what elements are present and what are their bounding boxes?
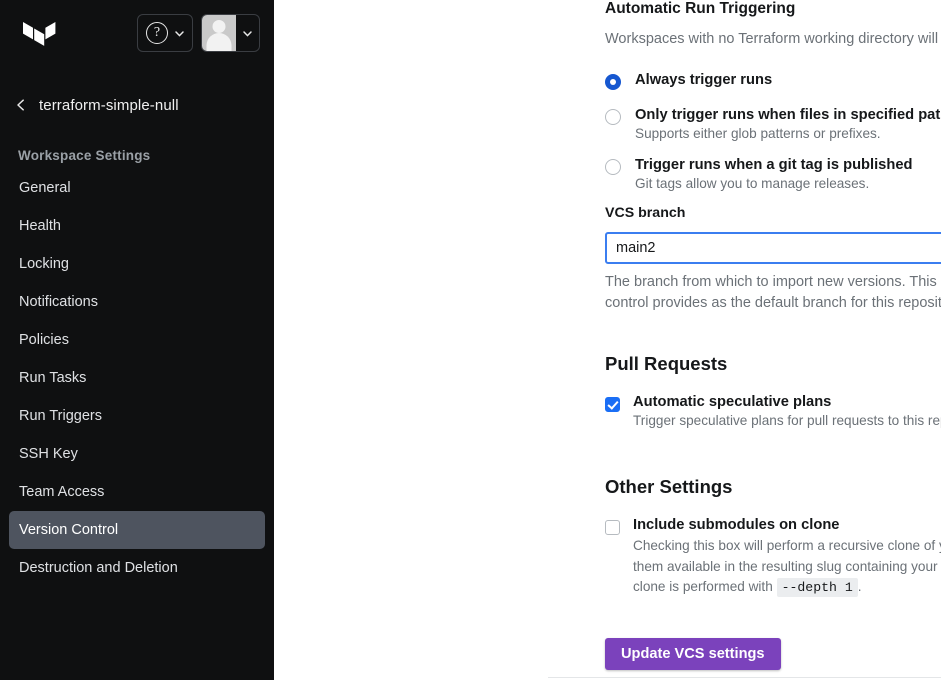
- account-menu-button[interactable]: [201, 14, 260, 52]
- update-vcs-settings-button[interactable]: Update VCS settings: [605, 638, 781, 670]
- section-description: Workspaces with no Terraform working dir…: [605, 29, 941, 50]
- chevron-down-icon: [241, 27, 254, 40]
- sidebar-item-label: Policies: [19, 332, 69, 348]
- footer-divider: [548, 677, 941, 678]
- sidebar-header: ?: [0, 0, 274, 66]
- radio-button-git-tag[interactable]: [605, 159, 621, 175]
- vcs-branch-input[interactable]: [605, 232, 941, 264]
- sidebar-item-version-control[interactable]: Version Control: [9, 511, 265, 549]
- pull-requests-heading: Pull Requests: [605, 353, 941, 375]
- radio-sublabel: Git tags allow you to manage releases.: [635, 176, 912, 191]
- sidebar-nav: General Health Locking Notifications Pol…: [0, 169, 274, 587]
- breadcrumb[interactable]: terraform-simple-null: [0, 86, 274, 124]
- sidebar-item-run-tasks[interactable]: Run Tasks: [9, 359, 265, 397]
- app-root: ? terraform-simple-null Workspace S: [0, 0, 941, 680]
- submodules-help-part2: .: [858, 579, 862, 594]
- other-settings-heading: Other Settings: [605, 476, 941, 498]
- main-content: Automatic Run Triggering Workspaces with…: [274, 0, 941, 680]
- radio-label: Always trigger runs: [635, 72, 772, 88]
- section-heading: Automatic Run Triggering: [605, 0, 941, 18]
- checkbox-label: Include submodules on clone: [633, 517, 941, 533]
- question-mark-circle-icon: ?: [146, 22, 168, 44]
- checkbox-sublabel: Checking this box will perform a recursi…: [633, 536, 941, 598]
- radio-option-git-tag[interactable]: Trigger runs when a git tag is published…: [605, 157, 941, 191]
- sidebar-item-label: SSH Key: [19, 446, 78, 462]
- radio-button-specified-paths[interactable]: [605, 109, 621, 125]
- include-submodules-checkbox[interactable]: [605, 520, 620, 535]
- checkbox-row-speculative-plans[interactable]: Automatic speculative plans Trigger spec…: [605, 394, 941, 428]
- sidebar-item-team-access[interactable]: Team Access: [9, 473, 265, 511]
- vcs-branch-field-group: VCS branch The branch from which to impo…: [605, 204, 941, 314]
- radio-option-always-trigger[interactable]: Always trigger runs: [605, 72, 941, 90]
- radio-label: Trigger runs when a git tag is published: [635, 157, 912, 173]
- sidebar-item-ssh-key[interactable]: SSH Key: [9, 435, 265, 473]
- header-controls: ?: [137, 14, 260, 52]
- sidebar-item-label: Run Tasks: [19, 370, 86, 386]
- sidebar-item-notifications[interactable]: Notifications: [9, 283, 265, 321]
- user-avatar-icon: [202, 15, 236, 51]
- other-settings-section: Other Settings Include submodules on clo…: [605, 476, 941, 598]
- sidebar-item-health[interactable]: Health: [9, 207, 265, 245]
- checkbox-sublabel: Trigger speculative plans for pull reque…: [633, 413, 941, 428]
- radio-sublabel: Supports either glob patterns or prefixe…: [635, 126, 941, 141]
- sidebar-item-label: Locking: [19, 256, 69, 272]
- radio-label: Only trigger runs when files in specifie…: [635, 107, 941, 123]
- vcs-branch-help-text: The branch from which to import new vers…: [605, 272, 941, 314]
- sidebar-item-label: Run Triggers: [19, 408, 102, 424]
- sidebar-item-label: Destruction and Deletion: [19, 560, 178, 576]
- pull-requests-section: Pull Requests Automatic speculative plan…: [605, 353, 941, 428]
- checkbox-row-include-submodules[interactable]: Include submodules on clone Checking thi…: [605, 517, 941, 598]
- sidebar-item-label: Notifications: [19, 294, 98, 310]
- sidebar-item-label: General: [19, 180, 71, 196]
- sidebar-item-label: Health: [19, 218, 61, 234]
- checkbox-label: Automatic speculative plans: [633, 394, 941, 410]
- automatic-speculative-plans-checkbox[interactable]: [605, 397, 620, 412]
- sidebar-section-label: Workspace Settings: [0, 148, 274, 163]
- radio-button-always-trigger[interactable]: [605, 74, 621, 90]
- sidebar-item-label: Version Control: [19, 522, 118, 538]
- breadcrumb-label: terraform-simple-null: [39, 97, 179, 114]
- chevron-down-icon: [173, 27, 186, 40]
- depth-flag-code: --depth 1: [777, 578, 858, 597]
- sidebar-item-general[interactable]: General: [9, 169, 265, 207]
- sidebar: ? terraform-simple-null Workspace S: [0, 0, 274, 680]
- help-menu-button[interactable]: ?: [137, 14, 193, 52]
- vcs-branch-label: VCS branch: [605, 205, 685, 221]
- sidebar-item-locking[interactable]: Locking: [9, 245, 265, 283]
- sidebar-item-policies[interactable]: Policies: [9, 321, 265, 359]
- sidebar-item-run-triggers[interactable]: Run Triggers: [9, 397, 265, 435]
- radio-option-specified-paths[interactable]: Only trigger runs when files in specifie…: [605, 107, 941, 141]
- sidebar-item-label: Team Access: [19, 484, 104, 500]
- chevron-left-icon: [14, 98, 28, 112]
- terraform-logo-icon: [14, 10, 60, 56]
- automatic-run-triggering-section: Automatic Run Triggering Workspaces with…: [605, 0, 941, 191]
- sidebar-item-destruction-and-deletion[interactable]: Destruction and Deletion: [9, 549, 265, 587]
